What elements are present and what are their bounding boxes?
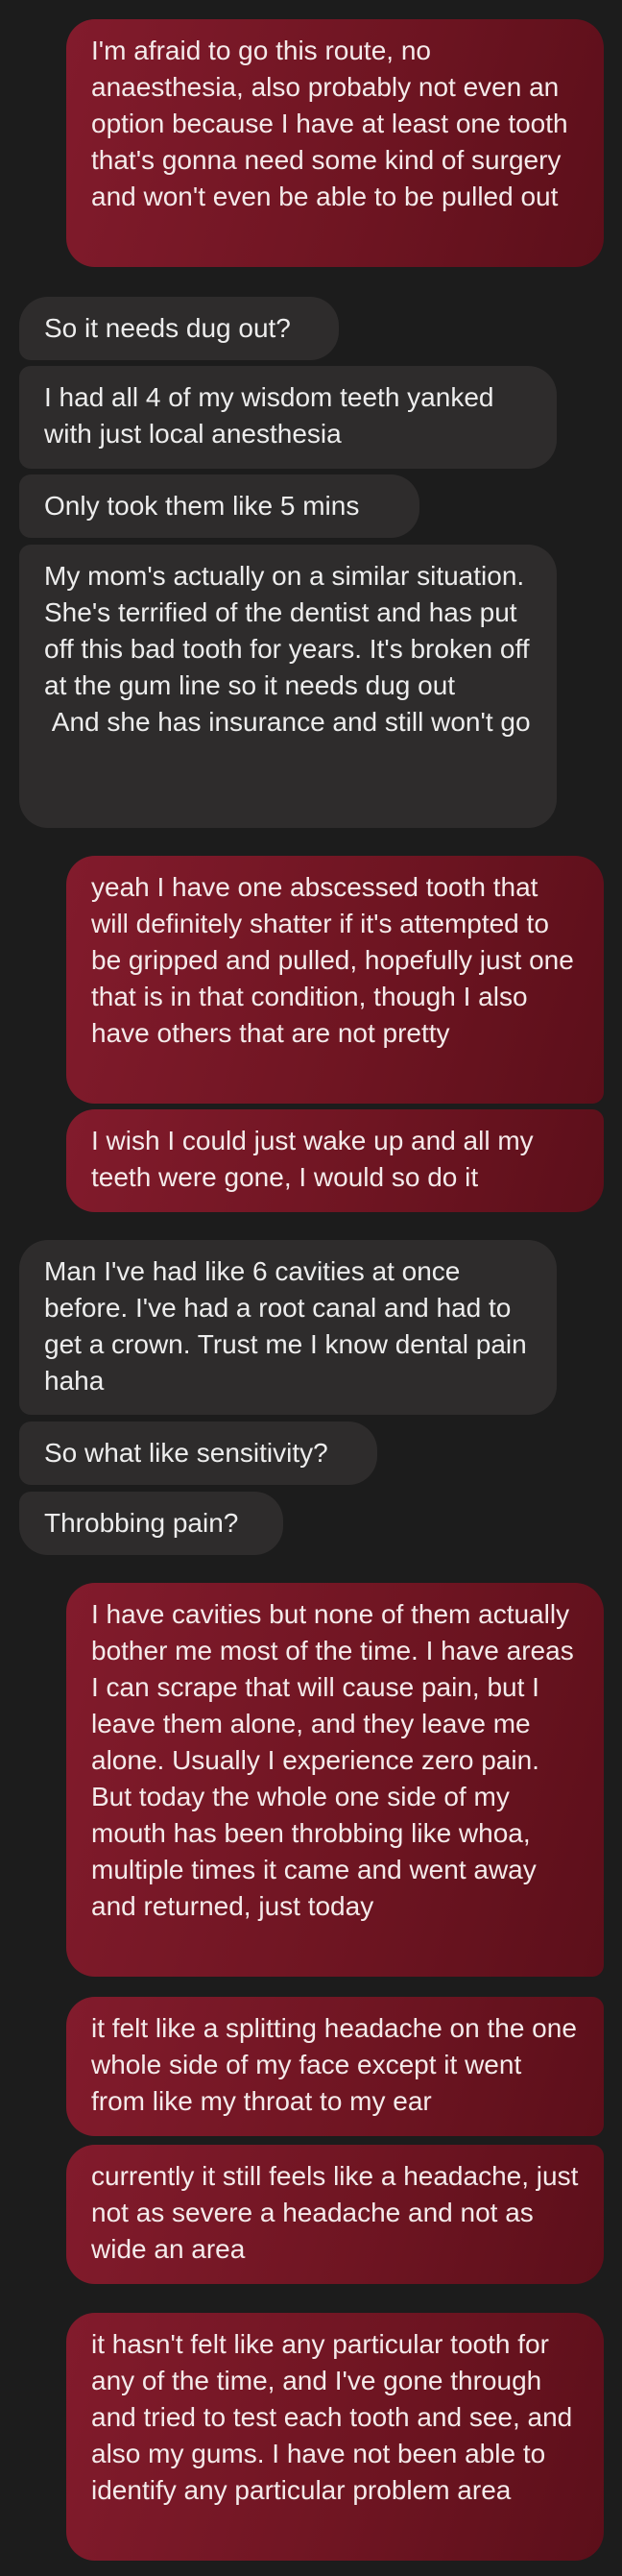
received-message[interactable]: My mom's actually on a similar situation… (19, 545, 557, 828)
received-message[interactable]: So what like sensitivity? (19, 1422, 377, 1485)
received-message[interactable]: Man I've had like 6 cavities at once bef… (19, 1240, 557, 1415)
received-message[interactable]: Only took them like 5 mins (19, 474, 419, 538)
received-message[interactable]: I had all 4 of my wisdom teeth yanked wi… (19, 366, 557, 469)
sent-message[interactable]: I have cavities but none of them actuall… (66, 1583, 604, 1977)
sent-message[interactable]: it hasn't felt like any particular tooth… (66, 2313, 604, 2561)
sent-message[interactable]: currently it still feels like a headache… (66, 2145, 604, 2284)
sent-message[interactable]: it felt like a splitting headache on the… (66, 1997, 604, 2136)
sent-message[interactable]: yeah I have one abscessed tooth that wil… (66, 856, 604, 1104)
sent-message[interactable]: I wish I could just wake up and all my t… (66, 1109, 604, 1212)
message-thread: I'm afraid to go this route, no anaesthe… (0, 0, 622, 2576)
received-message[interactable]: Throbbing pain? (19, 1492, 283, 1555)
received-message[interactable]: So it needs dug out? (19, 297, 339, 360)
sent-message[interactable]: I'm afraid to go this route, no anaesthe… (66, 19, 604, 267)
